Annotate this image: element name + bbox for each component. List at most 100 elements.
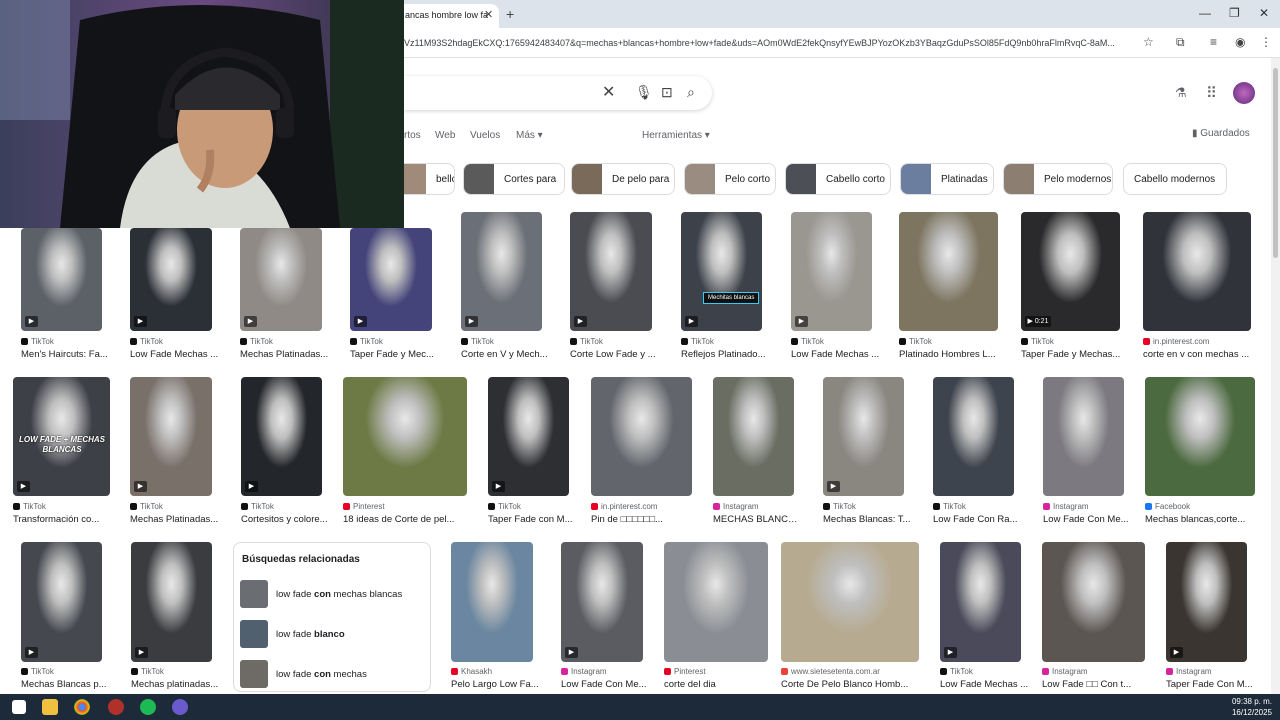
media-icon[interactable]: ≡ (1210, 35, 1217, 49)
extensions-icon[interactable]: ⧉ (1176, 35, 1185, 50)
image-result[interactable]: ▶ Mechitas blancas TikTok Reflejos Platinad… (681, 212, 766, 365)
file-explorer-icon[interactable] (42, 699, 58, 715)
result-title[interactable]: Corte en V y Mech... (461, 349, 550, 360)
image-result[interactable]: ▶ TikTok Low Fade Mechas ... (791, 212, 879, 365)
image-result[interactable]: TikTok Platinado Hombres L... (899, 212, 998, 365)
result-title[interactable]: Mechas Platinadas... (240, 349, 330, 360)
result-title[interactable]: Taper Fade Con M... (1166, 679, 1255, 690)
result-title[interactable]: Mechas blancas,corte... (1145, 514, 1263, 525)
url-field[interactable]: PVz11M93S2hdagEkCXQ:1765942483407&q=mech… (398, 33, 1138, 53)
related-search-item[interactable]: low fade con mechas blancas (240, 579, 426, 609)
close-window-icon[interactable]: ✕ (1259, 6, 1269, 20)
restore-icon[interactable]: ❐ (1229, 6, 1240, 20)
image-result[interactable]: Instagram Low Fade Con Me... (1043, 377, 1129, 530)
image-result[interactable]: Pinterest corte del dia (664, 542, 768, 695)
result-thumbnail[interactable] (591, 377, 692, 496)
obs-icon[interactable] (172, 699, 188, 715)
result-title[interactable]: 18 ideas de Corte de pel... (343, 514, 475, 525)
result-thumbnail[interactable]: ▶ (240, 228, 322, 331)
result-thumbnail[interactable] (933, 377, 1014, 496)
related-search-item[interactable]: low fade blanco (240, 619, 426, 649)
result-thumbnail[interactable] (343, 377, 467, 496)
filter-chip[interactable]: Cabello modernos (1123, 163, 1227, 195)
result-title[interactable]: Mechas Blancas p... (21, 679, 110, 690)
tab-images[interactable]: rtos (404, 130, 421, 141)
avatar[interactable] (1233, 82, 1255, 104)
result-title[interactable]: MECHAS BLANCA... (713, 514, 802, 525)
result-thumbnail[interactable] (1042, 542, 1145, 662)
image-result[interactable]: ▶ TikTok Corte Low Fade y ... (570, 212, 656, 365)
result-thumbnail[interactable] (664, 542, 768, 662)
result-thumbnail[interactable] (451, 542, 533, 662)
close-tab-icon[interactable]: ✕ (484, 8, 493, 21)
result-thumbnail[interactable] (713, 377, 794, 496)
profile-icon[interactable]: ◉ (1235, 35, 1245, 49)
image-result[interactable]: www.sietesetenta.com.ar Corte De Pelo Bla… (781, 542, 919, 695)
result-thumbnail[interactable]: ▶ 0:21 (1021, 212, 1120, 331)
result-thumbnail[interactable]: ▶ (570, 212, 652, 331)
result-title[interactable]: corte del dia (664, 679, 776, 690)
filter-chip[interactable]: Cortes para (463, 163, 565, 195)
result-thumbnail[interactable]: ▶ LOW FADE + MECHAS BLANCAS (13, 377, 110, 496)
image-result[interactable]: ▶ TikTok Taper Fade y Mec... (350, 228, 434, 365)
search-input[interactable]: ✕ 🎙 ⊡ ⌕ (404, 76, 712, 110)
filter-chip[interactable]: De pelo para (571, 163, 675, 195)
result-title[interactable]: Mechas platinadas... (131, 679, 220, 690)
tools-button[interactable]: Herramientas ▾ (642, 130, 710, 141)
filter-chip[interactable]: Cabello corto (785, 163, 891, 195)
labs-icon[interactable]: ⚗ (1175, 85, 1187, 101)
related-search-item[interactable]: low fade con mechas (240, 659, 426, 689)
result-thumbnail[interactable] (1145, 377, 1255, 496)
filter-chip[interactable]: Pelo modernos (1003, 163, 1113, 195)
filter-chip[interactable]: Pelo corto (684, 163, 776, 195)
result-title[interactable]: Men's Haircuts: Fa... (21, 349, 110, 360)
result-title[interactable]: Pin de □□□□□□... (591, 514, 700, 525)
result-thumbnail[interactable] (781, 542, 919, 662)
result-thumbnail[interactable]: ▶ Mechitas blancas (681, 212, 762, 331)
result-thumbnail[interactable]: ▶ (130, 228, 212, 331)
result-title[interactable]: Platinado Hombres L... (899, 349, 1006, 360)
result-title[interactable]: Low Fade Con Me... (1043, 514, 1132, 525)
result-thumbnail[interactable]: ▶ (21, 228, 102, 331)
image-result[interactable]: Khasakh Pelo Largo Low Fa... (451, 542, 539, 695)
image-result[interactable]: in.pinterest.com corte en v con mechas ..… (1143, 212, 1251, 365)
result-title[interactable]: Taper Fade con M... (488, 514, 577, 525)
clock[interactable]: 09:38 p. m. 16/12/2025 (1232, 696, 1272, 718)
image-result[interactable]: ▶ TikTok Low Fade Mechas ... (130, 228, 218, 365)
image-result[interactable]: Instagram MECHAS BLANCA... (713, 377, 802, 530)
menu-icon[interactable]: ⋮ (1260, 35, 1272, 49)
microphone-icon[interactable]: 🎙 (635, 84, 653, 101)
tab-web[interactable]: Web (435, 130, 455, 141)
result-title[interactable]: Reflejos Platinado... (681, 349, 770, 360)
result-title[interactable]: Low Fade Con Me... (561, 679, 651, 690)
image-result[interactable]: in.pinterest.com Pin de □□□□□□... (591, 377, 692, 530)
image-result[interactable]: Facebook Mechas blancas,corte... (1145, 377, 1255, 530)
tab-flights[interactable]: Vuelos (470, 130, 500, 141)
windows-start-icon[interactable] (12, 700, 26, 714)
image-result[interactable]: ▶ TikTok Low Fade Mechas ... (940, 542, 1028, 695)
spotify-icon[interactable] (140, 699, 156, 715)
result-title[interactable]: Pelo Largo Low Fa... (451, 679, 541, 690)
image-result[interactable]: Pinterest 18 ideas de Corte de pel... (343, 377, 467, 530)
result-thumbnail[interactable]: ▶ (131, 542, 212, 662)
filter-chip[interactable]: Platinadas (900, 163, 994, 195)
image-result[interactable]: TikTok Low Fade Con Ra... (933, 377, 1018, 530)
image-result[interactable]: ▶ Instagram Low Fade Con Me... (561, 542, 647, 695)
result-title[interactable]: Cortesitos y colore... (241, 514, 330, 525)
saved-button[interactable]: ▮ Guardados (1192, 128, 1250, 139)
result-title[interactable]: Mechas Platinadas... (130, 514, 220, 525)
image-result[interactable]: ▶ TikTok Mechas Blancas p... (21, 542, 107, 695)
apps-grid-icon[interactable]: ⠿ (1206, 84, 1217, 102)
new-tab-icon[interactable]: + (506, 6, 514, 22)
scrollbar-thumb[interactable] (1273, 68, 1278, 258)
result-title[interactable]: corte en v con mechas ... (1143, 349, 1259, 360)
result-thumbnail[interactable]: ▶ (823, 377, 904, 496)
result-thumbnail[interactable]: ▶ (791, 212, 872, 331)
result-thumbnail[interactable] (1043, 377, 1124, 496)
image-result[interactable]: ▶ TikTok Cortesitos y colore... (241, 377, 328, 530)
image-result[interactable]: ▶ TikTok Taper Fade con M... (488, 377, 572, 530)
result-thumbnail[interactable] (1143, 212, 1251, 331)
tab-more[interactable]: Más ▾ (516, 130, 543, 141)
result-thumbnail[interactable]: ▶ (488, 377, 569, 496)
bookmark-star-icon[interactable]: ☆ (1143, 35, 1154, 49)
